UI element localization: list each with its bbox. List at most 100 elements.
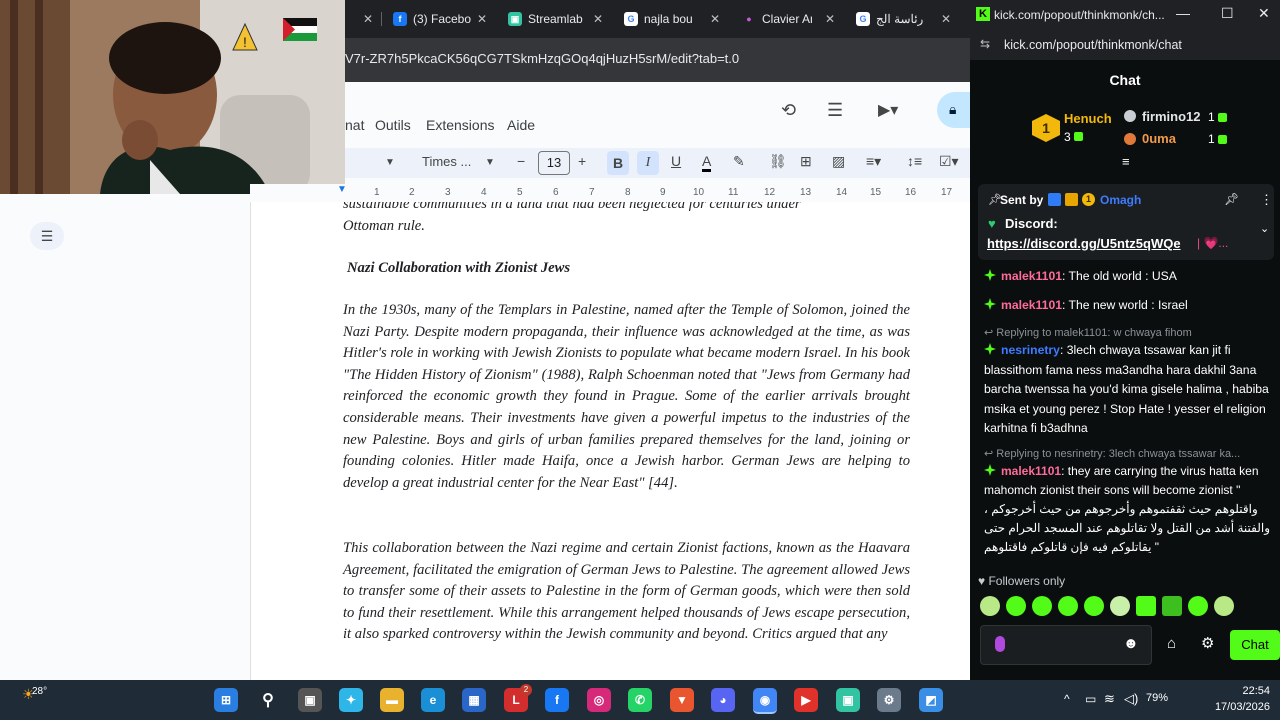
font-family-select[interactable]: Times ...	[422, 154, 471, 169]
leaderboard-second-name[interactable]: firmino12	[1142, 109, 1201, 124]
youtube-icon[interactable]: ▶	[794, 688, 818, 712]
outline-toggle-icon[interactable]: ☰	[30, 222, 64, 250]
volume-icon[interactable]: ◁)	[1124, 691, 1138, 707]
emote-icon[interactable]	[1032, 596, 1052, 616]
chat-username[interactable]: malek1101	[1001, 464, 1061, 478]
chrome-icon[interactable]: ◉	[753, 688, 777, 714]
webcam-overlay: !	[0, 0, 345, 194]
insert-image-icon[interactable]: ▨	[832, 153, 845, 170]
file-explorer-icon[interactable]: ▬	[380, 688, 404, 712]
chat-input[interactable]: ☻	[980, 625, 1152, 665]
clock-time[interactable]: 22:54	[1210, 685, 1270, 697]
reply-context[interactable]: ↩ Replying to nesrinetry: 3lech chwaya t…	[984, 447, 1274, 460]
link-icon[interactable]: ⛓	[769, 153, 787, 170]
menu-format[interactable]: nat	[345, 117, 364, 133]
url-text[interactable]: V7r-ZR7h5PkcaCK56qCG7TSkmHzqGOq4qjHuzH5s…	[345, 51, 739, 66]
menu-extensions[interactable]: Extensions	[426, 117, 494, 133]
maximize-icon[interactable]: ☐	[1221, 5, 1234, 22]
tab-keyboard[interactable]: ● Clavier Ar	[742, 6, 812, 32]
highlight-icon[interactable]: ✎	[733, 153, 745, 170]
tab-close-icon[interactable]: ✕	[821, 6, 835, 32]
menu-aide[interactable]: Aide	[507, 117, 535, 133]
edge-icon[interactable]: e	[421, 688, 445, 712]
settings-app-icon[interactable]: ⚙	[877, 688, 901, 712]
emote-icon[interactable]	[1110, 596, 1130, 616]
tab-close-icon[interactable]: ✕	[359, 6, 373, 32]
wifi-icon[interactable]: ≋	[1104, 691, 1115, 707]
font-dropdown-icon[interactable]: ▼	[485, 157, 495, 168]
document-page[interactable]: sustainable communities in a land that h…	[250, 202, 971, 680]
tray-app-icon[interactable]: ▭	[1085, 692, 1096, 706]
emote-icon[interactable]	[1084, 596, 1104, 616]
left-indent-marker-icon[interactable]: ▼	[337, 184, 347, 195]
line-spacing-icon[interactable]: ↕≡	[907, 153, 922, 169]
leaderboard-first-name[interactable]: Henuch	[1064, 111, 1112, 126]
chat-username[interactable]: nesrinetry	[1001, 343, 1060, 357]
gear-icon[interactable]: ⚙	[1201, 634, 1214, 652]
pinned-sender[interactable]: Omagh	[1100, 193, 1141, 207]
menu-outils[interactable]: Outils	[375, 117, 411, 133]
italic-button[interactable]: I	[637, 151, 659, 175]
start-icon[interactable]: ⊞	[214, 688, 238, 712]
history-icon[interactable]: ⟲	[781, 100, 796, 121]
copilot-icon[interactable]: ✦	[339, 688, 363, 712]
streamlabs-icon: ▣	[508, 12, 522, 26]
ruler-tick: 11	[728, 187, 739, 198]
font-size-increase-button[interactable]: +	[578, 153, 586, 169]
minimize-icon[interactable]: —	[1176, 5, 1190, 21]
text-color-button[interactable]: A	[702, 153, 712, 172]
emote-icon[interactable]	[980, 596, 1000, 616]
comment-icon[interactable]: ☰	[827, 100, 843, 121]
emote-icon[interactable]	[1006, 596, 1026, 616]
facebook-app-icon[interactable]: f	[545, 688, 569, 712]
brave-icon[interactable]: ▼	[670, 688, 694, 712]
discord-icon[interactable]: ◕	[711, 688, 735, 712]
reply-context[interactable]: ↩ Replying to malek1101: w chwaya fihom	[984, 326, 1274, 339]
expand-leaderboard-icon[interactable]: ≡	[1122, 154, 1130, 169]
chat-username[interactable]: malek1101	[1001, 269, 1062, 283]
tab-google-arabic[interactable]: G رئاسة الج	[856, 6, 936, 32]
underline-button[interactable]: U	[671, 153, 681, 169]
whatsapp-icon[interactable]: ✆	[628, 688, 652, 712]
align-icon[interactable]: ≡▾	[866, 153, 881, 170]
clock-date[interactable]: 17/03/2026	[1200, 701, 1270, 713]
send-chat-button[interactable]: Chat	[1230, 630, 1280, 660]
add-comment-icon[interactable]: ⊞	[800, 153, 812, 170]
emoji-icon[interactable]: ☻	[1123, 635, 1139, 652]
streamlabs-app-icon[interactable]: ▣	[836, 688, 860, 712]
emote-icon[interactable]	[1136, 596, 1156, 616]
search-icon[interactable]: ⚲	[256, 688, 280, 712]
tab-close-icon[interactable]: ✕	[473, 6, 487, 32]
instagram-icon[interactable]: ◎	[587, 688, 611, 712]
site-settings-icon[interactable]: ⇆	[980, 37, 990, 51]
bold-button[interactable]: B	[607, 151, 629, 175]
emote-icon[interactable]	[1162, 596, 1182, 616]
battery-level[interactable]: 79%	[1146, 692, 1168, 704]
microphone-icon[interactable]	[995, 636, 1005, 652]
store-app-icon[interactable]: ▦	[462, 688, 486, 712]
close-icon[interactable]: ✕	[1258, 5, 1270, 22]
unpin-icon[interactable]: 📌︎	[1224, 192, 1239, 206]
tab-close-icon[interactable]: ✕	[937, 6, 951, 32]
style-dropdown-icon[interactable]: ▼	[385, 157, 395, 168]
tab-close-icon[interactable]: ✕	[706, 6, 720, 32]
chat-url[interactable]: kick.com/popout/thinkmonk/chat	[1004, 38, 1182, 52]
font-size-input[interactable]: 13	[538, 151, 570, 175]
tray-chevron-icon[interactable]: ^	[1064, 692, 1070, 706]
emote-icon[interactable]	[1214, 596, 1234, 616]
store-icon[interactable]: ⌂	[1167, 635, 1176, 652]
emote-icon[interactable]	[1188, 596, 1208, 616]
address-bar[interactable]: V7r-ZR7h5PkcaCK56qCG7TSkmHzqGOq4qjHuzH5s…	[345, 38, 970, 82]
meet-icon[interactable]: ▶▾	[878, 100, 898, 120]
collapse-pinned-icon[interactable]: ⌄	[1260, 222, 1269, 235]
app-icon[interactable]: ◩	[919, 688, 943, 712]
font-size-decrease-button[interactable]: −	[517, 153, 525, 169]
chat-username[interactable]: malek1101	[1001, 298, 1062, 312]
tab-close-icon[interactable]: ✕	[589, 6, 603, 32]
discord-link[interactable]: https://discord.gg/U5ntz5qWQe	[987, 236, 1181, 251]
task-view-icon[interactable]: ▣	[298, 688, 322, 712]
checklist-icon[interactable]: ☑▾	[939, 153, 959, 170]
emote-icon[interactable]	[1058, 596, 1078, 616]
leaderboard-third-name[interactable]: 0uma	[1142, 131, 1176, 146]
more-options-icon[interactable]: ⋮	[1260, 192, 1273, 208]
